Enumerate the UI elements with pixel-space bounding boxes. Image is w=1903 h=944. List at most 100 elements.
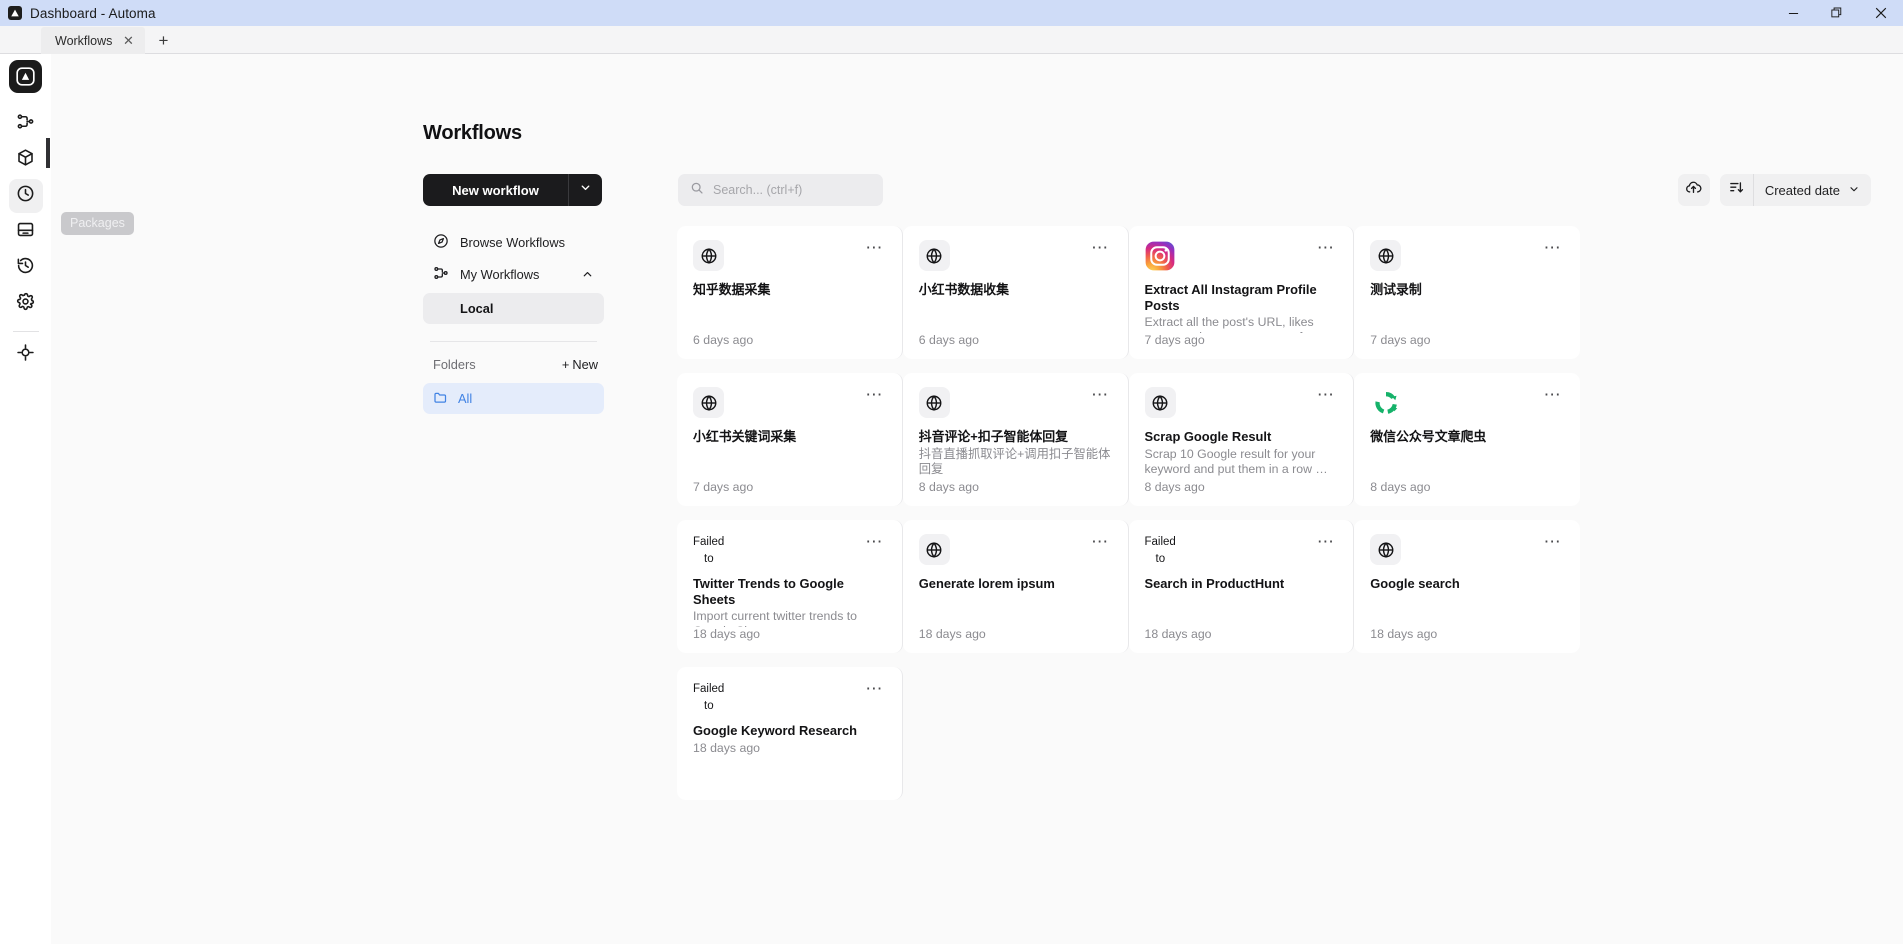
workflow-card-menu-button[interactable]: ⋯ bbox=[1307, 533, 1337, 556]
workflow-card-header: Failed to ⋯ bbox=[1145, 533, 1338, 565]
search-input[interactable] bbox=[713, 183, 871, 197]
nav-divider bbox=[430, 341, 597, 342]
cloud-upload-icon bbox=[1685, 179, 1702, 201]
workflow-card[interactable]: ⋯ Google search 18 days ago bbox=[1354, 520, 1580, 653]
workflow-card-description: 抖音直播抓取评论+调用扣子智能体回复 bbox=[918, 446, 1111, 476]
new-tab-button[interactable]: + bbox=[149, 28, 177, 54]
folder-item-all[interactable]: All bbox=[423, 383, 604, 414]
workflow-card-timestamp: 18 days ago bbox=[1144, 627, 1212, 641]
workflow-card-title: Twitter Trends to Google Sheets bbox=[693, 576, 844, 607]
restore-button[interactable] bbox=[1815, 0, 1859, 26]
globe-icon bbox=[1144, 387, 1176, 418]
nav-browse-workflows[interactable]: Browse Workflows bbox=[423, 226, 604, 258]
globe-icon bbox=[693, 240, 724, 271]
workflow-card-grid: ⋯ 知乎数据采集 6 days ago ⋯ 小红书数据收集 6 days ago bbox=[677, 226, 1580, 800]
nav-my-workflows[interactable]: My Workflows bbox=[423, 258, 604, 290]
workflow-card[interactable]: Failed to ⋯ Google Keyword Research 18 da… bbox=[677, 667, 903, 800]
rail-divider bbox=[12, 331, 39, 332]
nav-local[interactable]: Local bbox=[423, 293, 604, 324]
workflow-card-menu-button[interactable]: ⋯ bbox=[1081, 533, 1111, 556]
nav-browse-workflows-label: Browse Workflows bbox=[460, 234, 566, 250]
workflow-card[interactable]: ⋯ Scrap Google Result Scrap 10 Google re… bbox=[1128, 373, 1355, 506]
broken-image-icon: Failed to bbox=[693, 683, 724, 712]
workflow-card-menu-button[interactable]: ⋯ bbox=[855, 239, 885, 262]
sidebar-item-packages[interactable] bbox=[9, 143, 43, 177]
packages-tooltip: Packages bbox=[61, 212, 134, 235]
workflow-card[interactable]: ⋯ 知乎数据采集 6 days ago bbox=[677, 226, 903, 359]
tab-workflows[interactable]: Workflows ✕ bbox=[41, 27, 146, 54]
globe-icon bbox=[918, 387, 950, 418]
workflow-card-description: Import current twitter trends to Google … bbox=[693, 609, 858, 627]
globe-icon bbox=[693, 387, 724, 418]
workflow-card-title: Extract All Instagram Profile Posts bbox=[1144, 282, 1317, 313]
workflow-card[interactable]: ⋯ 抖音评论+扣子智能体回复 抖音直播抓取评论+调用扣子智能体回复 8 days… bbox=[902, 373, 1129, 506]
workflow-card-menu-button[interactable]: ⋯ bbox=[855, 533, 885, 556]
workflow-card[interactable]: Failed to ⋯ Search in ProductHunt 18 days… bbox=[1128, 520, 1355, 653]
workflow-card[interactable]: ⋯ 小红书关键词采集 7 days ago bbox=[677, 373, 903, 506]
sidebar-item-recorder[interactable] bbox=[9, 338, 43, 372]
workflow-card-menu-button[interactable]: ⋯ bbox=[1307, 386, 1337, 409]
sidebar-item-settings[interactable] bbox=[9, 287, 43, 321]
workflow-card-menu-button[interactable]: ⋯ bbox=[1081, 386, 1111, 409]
window-title: Dashboard - Automa bbox=[30, 5, 156, 21]
workflow-card-header: ⋯ bbox=[1370, 386, 1564, 418]
workflow-card-timestamp: 6 days ago bbox=[693, 333, 754, 347]
workflow-card-title: 微信公众号文章爬虫 bbox=[1370, 429, 1487, 444]
tab-strip: Workflows ✕ + bbox=[0, 26, 1903, 54]
workflow-card-title: Search in ProductHunt bbox=[1144, 576, 1285, 591]
workflow-card-header: ⋯ bbox=[918, 533, 1112, 565]
workflow-card[interactable]: ⋯ Extract All Instagram Profile Posts Ex… bbox=[1128, 226, 1355, 359]
workflow-card-header: ⋯ bbox=[918, 386, 1112, 418]
target-icon bbox=[16, 343, 35, 367]
workflow-card-title: Scrap Google Result bbox=[1144, 429, 1272, 444]
tab-close-icon[interactable]: ✕ bbox=[121, 34, 135, 47]
search-box[interactable] bbox=[678, 174, 883, 206]
close-button[interactable] bbox=[1859, 0, 1903, 26]
history-icon bbox=[16, 256, 35, 280]
workflow-card-description: Extract all the post's URL, likes count,… bbox=[1144, 315, 1326, 333]
workflow-card-timestamp: 18 days ago bbox=[1370, 627, 1438, 641]
minimize-button[interactable] bbox=[1771, 0, 1815, 26]
workflow-card-timestamp: 7 days ago bbox=[1144, 333, 1205, 347]
sidebar-item-storage[interactable] bbox=[9, 215, 43, 249]
new-folder-button[interactable]: + New bbox=[562, 357, 598, 372]
sort-direction-button[interactable] bbox=[1720, 174, 1754, 206]
window-titlebar: Dashboard - Automa bbox=[0, 0, 1903, 26]
app-logo-button[interactable] bbox=[9, 60, 42, 93]
workflow-card[interactable]: ⋯ Generate lorem ipsum 18 days ago bbox=[902, 520, 1129, 653]
globe-icon bbox=[1370, 534, 1402, 565]
workflow-card-menu-button[interactable]: ⋯ bbox=[855, 680, 885, 703]
new-workflow-group: New workflow bbox=[423, 174, 602, 206]
workflow-card-menu-button[interactable]: ⋯ bbox=[1534, 533, 1564, 556]
sidebar-item-logs[interactable] bbox=[9, 251, 43, 285]
workflow-card-header: ⋯ bbox=[693, 386, 886, 418]
sidebar-item-workflows[interactable] bbox=[9, 107, 43, 141]
sort-control[interactable]: Created date bbox=[1719, 174, 1871, 206]
workflow-card[interactable]: Failed to ⋯ Twitter Trends to Google Shee… bbox=[677, 520, 903, 653]
workflow-card-menu-button[interactable]: ⋯ bbox=[1534, 386, 1564, 409]
workflow-card-timestamp: 8 days ago bbox=[918, 480, 979, 494]
workflow-card[interactable]: ⋯ 测试录制 7 days ago bbox=[1354, 226, 1580, 359]
workflow-card[interactable]: ⋯ 微信公众号文章爬虫 8 days ago bbox=[1354, 373, 1580, 506]
sort-descending-icon bbox=[1728, 179, 1745, 201]
new-workflow-dropdown-button[interactable] bbox=[568, 174, 602, 206]
sort-field-dropdown[interactable]: Created date bbox=[1754, 183, 1871, 198]
workflow-card-timestamp: 18 days ago bbox=[918, 627, 986, 641]
globe-icon bbox=[918, 534, 950, 565]
workflow-card-menu-button[interactable]: ⋯ bbox=[1534, 239, 1564, 262]
workflow-card[interactable]: ⋯ 小红书数据收集 6 days ago bbox=[902, 226, 1129, 359]
workflow-card-menu-button[interactable]: ⋯ bbox=[1307, 239, 1337, 262]
workflow-card-menu-button[interactable]: ⋯ bbox=[855, 386, 885, 409]
chevron-up-icon[interactable] bbox=[581, 268, 594, 281]
workflow-icon bbox=[433, 265, 449, 284]
upload-to-cloud-button[interactable] bbox=[1677, 174, 1710, 206]
workflow-card-timestamp: 6 days ago bbox=[918, 333, 979, 347]
new-workflow-button[interactable]: New workflow bbox=[423, 174, 568, 206]
workflow-card-timestamp: 18 days ago bbox=[693, 627, 761, 641]
workflow-card-timestamp: 8 days ago bbox=[1144, 480, 1205, 494]
workflow-card-title: 知乎数据采集 bbox=[693, 282, 771, 297]
wechat-swirl-icon bbox=[1370, 387, 1401, 418]
gear-icon bbox=[16, 292, 35, 316]
workflow-card-menu-button[interactable]: ⋯ bbox=[1081, 239, 1111, 262]
sidebar-item-scheduler[interactable] bbox=[8, 179, 43, 213]
